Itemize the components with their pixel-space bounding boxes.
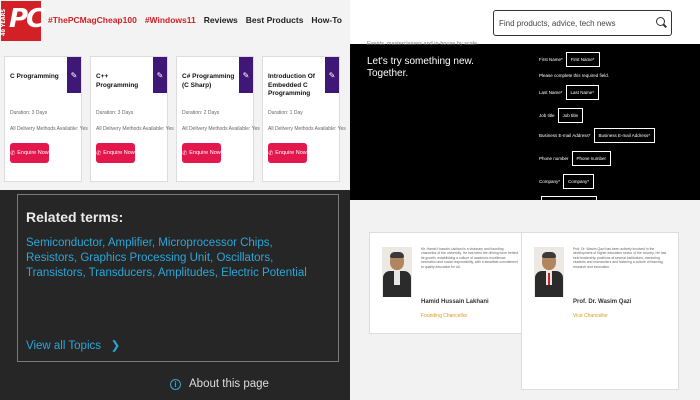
course-badge: ✎: [239, 57, 253, 93]
field-label: First Name*: [539, 57, 563, 62]
course-duration: Duration: 2 Days: [182, 110, 220, 116]
phone-icon: ✆: [96, 150, 102, 157]
enquire-label: Enquire Now: [189, 150, 221, 156]
info-icon: i: [170, 378, 181, 390]
person-card: Prof. Dr. Wasim Qazi has been actively i…: [521, 232, 679, 390]
person-role: Founding Chancellor: [421, 313, 468, 319]
enquire-label: Enquire Now: [275, 150, 307, 156]
related-terms-box: Related terms: Semiconductor, Amplifier,…: [17, 194, 339, 362]
course-delivery: All Delivery Methods Available: Yes: [96, 126, 174, 132]
enquire-now-button[interactable]: ✆ Enquire Now: [10, 143, 49, 163]
view-all-label: View all Topics: [26, 340, 102, 352]
field-label: Phone number: [539, 156, 569, 161]
enquire-label: Enquire Now: [17, 150, 49, 156]
course-delivery: All Delivery Methods Available: Yes: [10, 126, 88, 132]
person-role: Vice Chancellor: [573, 313, 608, 319]
person-name: Hamid Hussain Lakhani: [421, 299, 489, 305]
course-duration: Duration: 3 Days: [10, 110, 48, 116]
book-icon: ✎: [156, 70, 164, 80]
logo-text: PC: [9, 4, 45, 34]
nav-link[interactable]: #Windows11: [145, 15, 196, 25]
enquire-now-button[interactable]: ✆ Enquire Now: [182, 143, 221, 163]
form-input[interactable]: Job title: [557, 108, 584, 123]
book-icon: ✎: [70, 70, 78, 80]
form-row: Business E-mail Address* Business E-mail …: [539, 128, 656, 143]
form-row: First Name* First Name*: [539, 52, 600, 67]
pcmag-logo[interactable]: 40 YEARS PC: [1, 1, 45, 41]
phone-icon: ✆: [268, 150, 274, 157]
form-row: Last Name* Last Name*: [539, 85, 600, 100]
course-card-list: ✎ C Programming Duration: 3 Days All Delive…: [4, 56, 346, 182]
about-this-page-link[interactable]: i About this page: [170, 378, 269, 390]
course-badge: ✎: [67, 57, 81, 93]
search-input[interactable]: [493, 10, 672, 36]
course-title[interactable]: C# Programming (C Sharp): [182, 73, 237, 90]
form-input[interactable]: Company*: [563, 174, 595, 189]
book-icon: ✎: [328, 70, 336, 80]
form-row: Job title Job title: [539, 108, 584, 123]
logo-years: 40 YEARS: [1, 8, 7, 36]
course-card[interactable]: ✎ Introduction Of Embedded C Programming D…: [262, 56, 346, 182]
events-subtext: Events, masterclasses and in-house by sc…: [367, 41, 478, 47]
portrait-photo: [382, 247, 412, 297]
course-badge: ✎: [325, 57, 339, 93]
required-field-error: Please complete this required field.: [539, 73, 610, 78]
course-delivery: All Delivery Methods Available: Yes: [268, 126, 346, 132]
hero-heading: Let's try something new. Together.: [367, 56, 474, 79]
field-label: Job title: [539, 113, 555, 118]
form-input[interactable]: Last Name*: [565, 85, 600, 100]
course-card[interactable]: ✎ C# Programming (C Sharp) Duration: 2 Day…: [176, 56, 260, 182]
portrait-photo: [534, 247, 564, 297]
search-bar: [350, 0, 700, 44]
leadership-panel: Mr. Hamid Hussain Lakhani is a visionary…: [350, 200, 700, 400]
courses-panel: 40 YEARS PC #ThePCMagCheap100 #Windows11 R…: [0, 0, 350, 190]
top-nav: #ThePCMagCheap100 #Windows11 Reviews Best P…: [48, 15, 350, 25]
contact-form-panel: Events, masterclasses and in-house by sc…: [350, 0, 700, 200]
course-duration: Duration: 1 Day: [268, 110, 303, 116]
field-label: Last Name*: [539, 90, 563, 95]
chevron-right-icon: ❯: [104, 340, 121, 352]
person-card: Mr. Hamid Hussain Lakhani is a visionary…: [369, 232, 527, 334]
nav-link[interactable]: Best Products: [246, 15, 304, 25]
field-label: Company*: [539, 179, 561, 184]
field-label: Business E-mail Address*: [539, 133, 591, 138]
form-row: Phone number Phone number: [539, 151, 612, 166]
related-terms-links[interactable]: Semiconductor, Amplifier, Microprocessor…: [26, 236, 326, 282]
form-input[interactable]: First Name*: [565, 52, 600, 67]
enquire-label: Enquire Now: [103, 150, 135, 156]
course-title[interactable]: C Programming: [10, 73, 65, 82]
course-card[interactable]: ✎ C Programming Duration: 3 Days All Delive…: [4, 56, 88, 182]
person-bio: Prof. Dr. Wasim Qazi has been actively i…: [573, 247, 667, 269]
person-name: Prof. Dr. Wasim Qazi: [573, 299, 632, 305]
nav-link[interactable]: How-To: [311, 15, 342, 25]
view-all-topics-link[interactable]: View all Topics ❯: [26, 338, 120, 352]
course-title[interactable]: C++ Programming: [96, 73, 151, 90]
nav-link[interactable]: Reviews: [204, 15, 238, 25]
phone-icon: ✆: [10, 150, 16, 157]
person-bio: Mr. Hamid Hussain Lakhani is a visionary…: [421, 247, 519, 269]
form-row: Company* Company*: [539, 174, 595, 189]
form-input[interactable]: Business E-mail Address*: [593, 128, 656, 143]
book-icon: ✎: [242, 70, 250, 80]
form-input[interactable]: Phone number: [571, 151, 612, 166]
enquire-now-button[interactable]: ✆ Enquire Now: [96, 143, 135, 163]
phone-icon: ✆: [182, 150, 188, 157]
course-title[interactable]: Introduction Of Embedded C Programming: [268, 73, 323, 99]
enquire-now-button[interactable]: ✆ Enquire Now: [268, 143, 307, 163]
related-terms-heading: Related terms:: [26, 209, 124, 225]
nav-link[interactable]: #ThePCMagCheap100: [48, 15, 137, 25]
course-duration: Duration: 3 Days: [96, 110, 134, 116]
course-badge: ✎: [153, 57, 167, 93]
search-icon[interactable]: [656, 17, 665, 26]
course-delivery: All Delivery Methods Available: Yes: [182, 126, 260, 132]
course-card[interactable]: ✎ C++ Programming Duration: 3 Days All Deli…: [90, 56, 174, 182]
about-label: About this page: [189, 378, 269, 390]
related-terms-panel: Related terms: Semiconductor, Amplifier,…: [0, 190, 350, 400]
